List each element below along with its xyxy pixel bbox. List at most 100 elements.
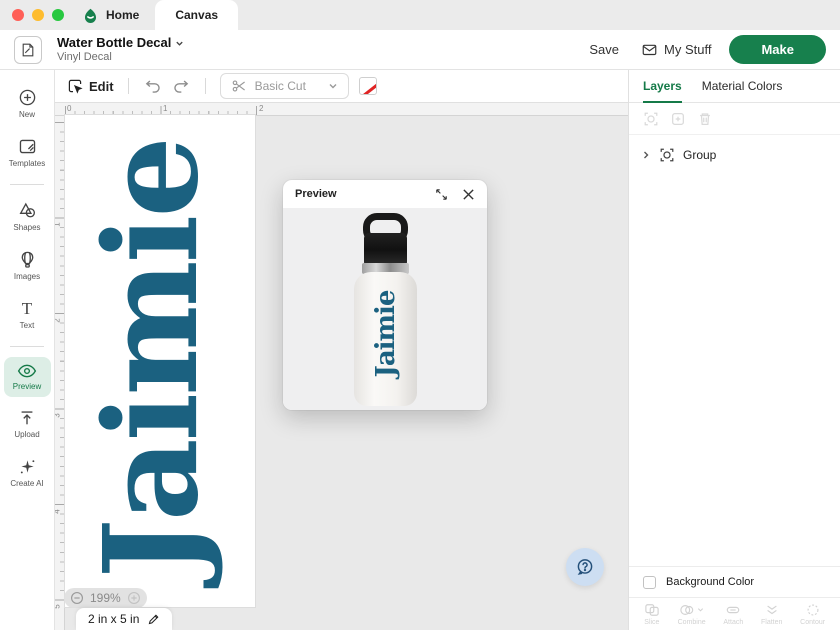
new-plus-icon (18, 88, 37, 107)
preview-popup[interactable]: Preview Jaimie (283, 180, 487, 410)
sparkle-icon (18, 457, 37, 476)
toolbar-divider (128, 78, 129, 94)
canvas-size-value: 2 in x 5 in (88, 612, 139, 626)
preview-title: Preview (295, 188, 337, 200)
zoom-in-icon[interactable] (127, 591, 141, 605)
project-header: Water Bottle Decal Vinyl Decal Save My S… (0, 30, 840, 70)
shapes-icon (18, 201, 37, 220)
sidebar-item-images[interactable]: Images (4, 244, 51, 287)
layer-action-bar (629, 103, 840, 135)
hot-air-balloon-icon (18, 250, 37, 269)
ruler-label: 3 (55, 413, 62, 417)
undo-button[interactable] (143, 78, 162, 94)
make-label: Make (761, 42, 794, 57)
layers-panel: Layers Material Colors Group (628, 70, 840, 630)
templates-icon (18, 137, 37, 156)
background-color-label: Background Color (666, 576, 754, 588)
tab-layers[interactable]: Layers (643, 70, 682, 102)
sidebar-item-shapes[interactable]: Shapes (4, 195, 51, 238)
combine-label: Combine (678, 619, 706, 626)
flatten-label: Flatten (761, 619, 782, 626)
layer-group-row[interactable]: Group (629, 135, 840, 163)
document-icon (20, 42, 36, 58)
tab-home-label: Home (106, 8, 139, 22)
contour-icon (805, 603, 821, 617)
chevron-right-icon[interactable] (641, 150, 651, 160)
ruler-label: 2 (259, 104, 263, 113)
design-canvas[interactable]: 0 1 2 1 2 3 4 5 Jaimie Preview (55, 103, 628, 630)
chevron-down-icon (175, 39, 184, 48)
sidebar-divider (10, 184, 44, 185)
window-tab-bar: Home Canvas (0, 0, 840, 30)
group-icon (659, 147, 675, 163)
preview-render-area: Jaimie (283, 208, 487, 410)
save-label: Save (589, 42, 619, 57)
sidebar-item-label: Templates (9, 159, 45, 168)
tab-canvas[interactable]: Canvas (155, 0, 238, 30)
traffic-lights (12, 9, 64, 21)
zoom-window-button[interactable] (52, 9, 64, 21)
combine-button[interactable]: Combine (678, 603, 706, 626)
project-menu-button[interactable] (14, 36, 42, 64)
flatten-button[interactable]: Flatten (761, 603, 782, 626)
ruler-label: 4 (55, 509, 62, 513)
scissors-icon (231, 78, 247, 94)
contour-button[interactable]: Contour (800, 603, 825, 626)
combine-action-bar: Slice Combine Attach Flatten (629, 597, 840, 630)
ruler-label: 1 (55, 222, 62, 226)
attach-button[interactable]: Attach (723, 603, 743, 626)
close-window-button[interactable] (12, 9, 24, 21)
sidebar-item-upload[interactable]: Upload (4, 403, 51, 445)
canvas-toolbar: Edit Basic Cut (55, 70, 628, 103)
ruler-label: 0 (67, 104, 71, 113)
save-button[interactable]: Save (589, 42, 619, 57)
eye-icon (17, 363, 37, 379)
upload-icon (18, 409, 36, 427)
preview-popup-header: Preview (283, 180, 487, 208)
sidebar-item-create-ai[interactable]: Create AI (4, 451, 51, 494)
background-color-row: Background Color (629, 566, 840, 597)
zoom-out-icon[interactable] (70, 591, 84, 605)
sidebar-item-new[interactable]: New (4, 82, 51, 125)
sidebar-item-text[interactable]: T Text (4, 293, 51, 336)
ruler-label: 2 (55, 318, 62, 322)
sidebar-item-templates[interactable]: Templates (4, 131, 51, 174)
my-stuff-button[interactable]: My Stuff (641, 42, 711, 57)
linetype-dropdown[interactable]: Basic Cut (220, 73, 349, 99)
group-label: Group (683, 148, 716, 162)
delete-layer-button[interactable] (697, 111, 713, 127)
group-layers-button[interactable] (643, 111, 659, 127)
project-title-block[interactable]: Water Bottle Decal Vinyl Decal (57, 36, 184, 64)
expand-icon[interactable] (435, 188, 448, 201)
canvas-size-control[interactable]: 2 in x 5 in (76, 608, 172, 630)
tab-home[interactable]: Home (72, 0, 149, 30)
my-stuff-label: My Stuff (664, 42, 711, 57)
text-icon: T (22, 299, 32, 318)
panel-tabs: Layers Material Colors (629, 70, 840, 103)
zoom-value: 199% (90, 591, 121, 605)
project-subtitle: Vinyl Decal (57, 51, 184, 64)
slice-button[interactable]: Slice (644, 603, 660, 626)
envelope-icon (641, 42, 658, 57)
linetype-color-swatch[interactable] (359, 77, 377, 95)
redo-button[interactable] (172, 78, 191, 94)
bottle-decal-text: Jaimie (366, 279, 406, 389)
close-icon[interactable] (462, 188, 475, 201)
toolbar-divider (205, 78, 206, 94)
decal-text-object[interactable]: Jaimie (78, 114, 226, 604)
tab-material-colors[interactable]: Material Colors (702, 70, 783, 102)
make-button[interactable]: Make (729, 35, 826, 64)
tab-layers-label: Layers (643, 79, 682, 93)
edit-button[interactable]: Edit (67, 78, 114, 94)
background-color-checkbox[interactable] (643, 576, 656, 589)
design-sidebar: New Templates Shapes Images T Text (0, 70, 55, 630)
minimize-window-button[interactable] (32, 9, 44, 21)
attach-label: Attach (723, 619, 743, 626)
tab-material-colors-label: Material Colors (702, 79, 783, 93)
sidebar-item-preview[interactable]: Preview (4, 357, 51, 397)
duplicate-layer-button[interactable] (670, 111, 686, 127)
pencil-icon[interactable] (147, 613, 160, 626)
ruler-label: 5 (55, 604, 62, 608)
help-button[interactable] (566, 548, 604, 586)
slice-icon (644, 603, 660, 617)
